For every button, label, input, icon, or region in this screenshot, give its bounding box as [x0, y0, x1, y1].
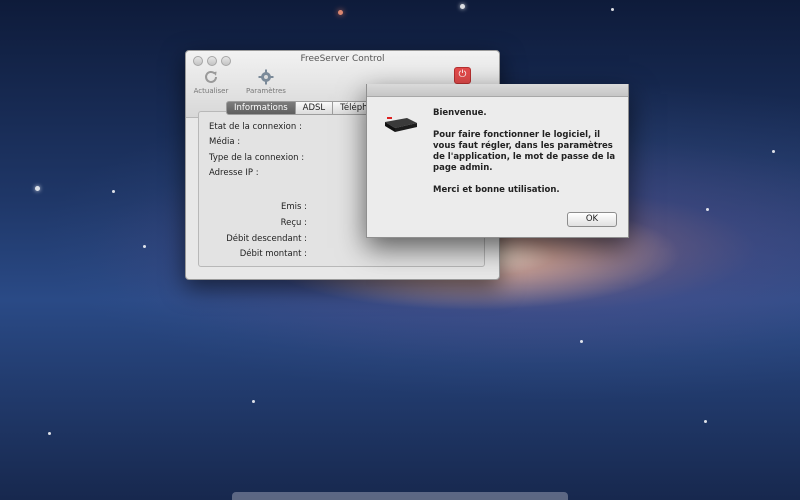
star [112, 190, 115, 193]
ok-button[interactable]: OK [567, 212, 617, 227]
tab-bar: Informations ADSL Téléphon [226, 101, 387, 115]
ip-address-label: Adresse IP : [209, 168, 259, 178]
star [772, 150, 775, 153]
upload-rate-label: Débit montant : [239, 249, 307, 259]
router-icon [383, 116, 419, 140]
media-label: Média : [209, 137, 241, 147]
dialog-body: Pour faire fonctionner le logiciel, il v… [433, 130, 616, 173]
sent-label: Emis : [280, 202, 307, 212]
received-label: Reçu : [280, 218, 307, 228]
star [460, 4, 465, 9]
star [706, 208, 709, 211]
star [704, 420, 707, 423]
tab-adsl[interactable]: ADSL [295, 101, 334, 115]
dialog-welcome: Bienvenue. [433, 108, 487, 118]
gear-icon [257, 68, 275, 86]
connection-state-label: Etat de la connexion : [209, 122, 302, 132]
settings-label: Paramètres [246, 87, 286, 95]
dialog-thanks: Merci et bonne utilisation. [433, 185, 560, 195]
dialog-message: Bienvenue. Pour faire fonctionner le log… [433, 108, 618, 207]
connection-type-label: Type de la connexion : [209, 153, 305, 163]
dialog-titlebar [367, 84, 628, 97]
welcome-dialog: Bienvenue. Pour faire fonctionner le log… [366, 84, 629, 238]
star [580, 340, 583, 343]
refresh-icon [202, 68, 220, 86]
dock [232, 492, 568, 500]
refresh-label: Actualiser [193, 87, 229, 95]
download-rate-label: Débit descendant : [226, 234, 307, 244]
star [48, 432, 51, 435]
star [611, 8, 614, 11]
star [35, 186, 40, 191]
tab-informations[interactable]: Informations [226, 101, 296, 115]
star [338, 10, 343, 15]
star [252, 400, 255, 403]
star [143, 245, 146, 248]
power-button[interactable]: ⏻ [454, 67, 471, 84]
power-icon: ⏻ [458, 69, 467, 80]
window-title: FreeServer Control [300, 54, 385, 64]
refresh-button[interactable]: Actualiser [193, 68, 229, 95]
settings-button[interactable]: Paramètres [245, 68, 287, 95]
